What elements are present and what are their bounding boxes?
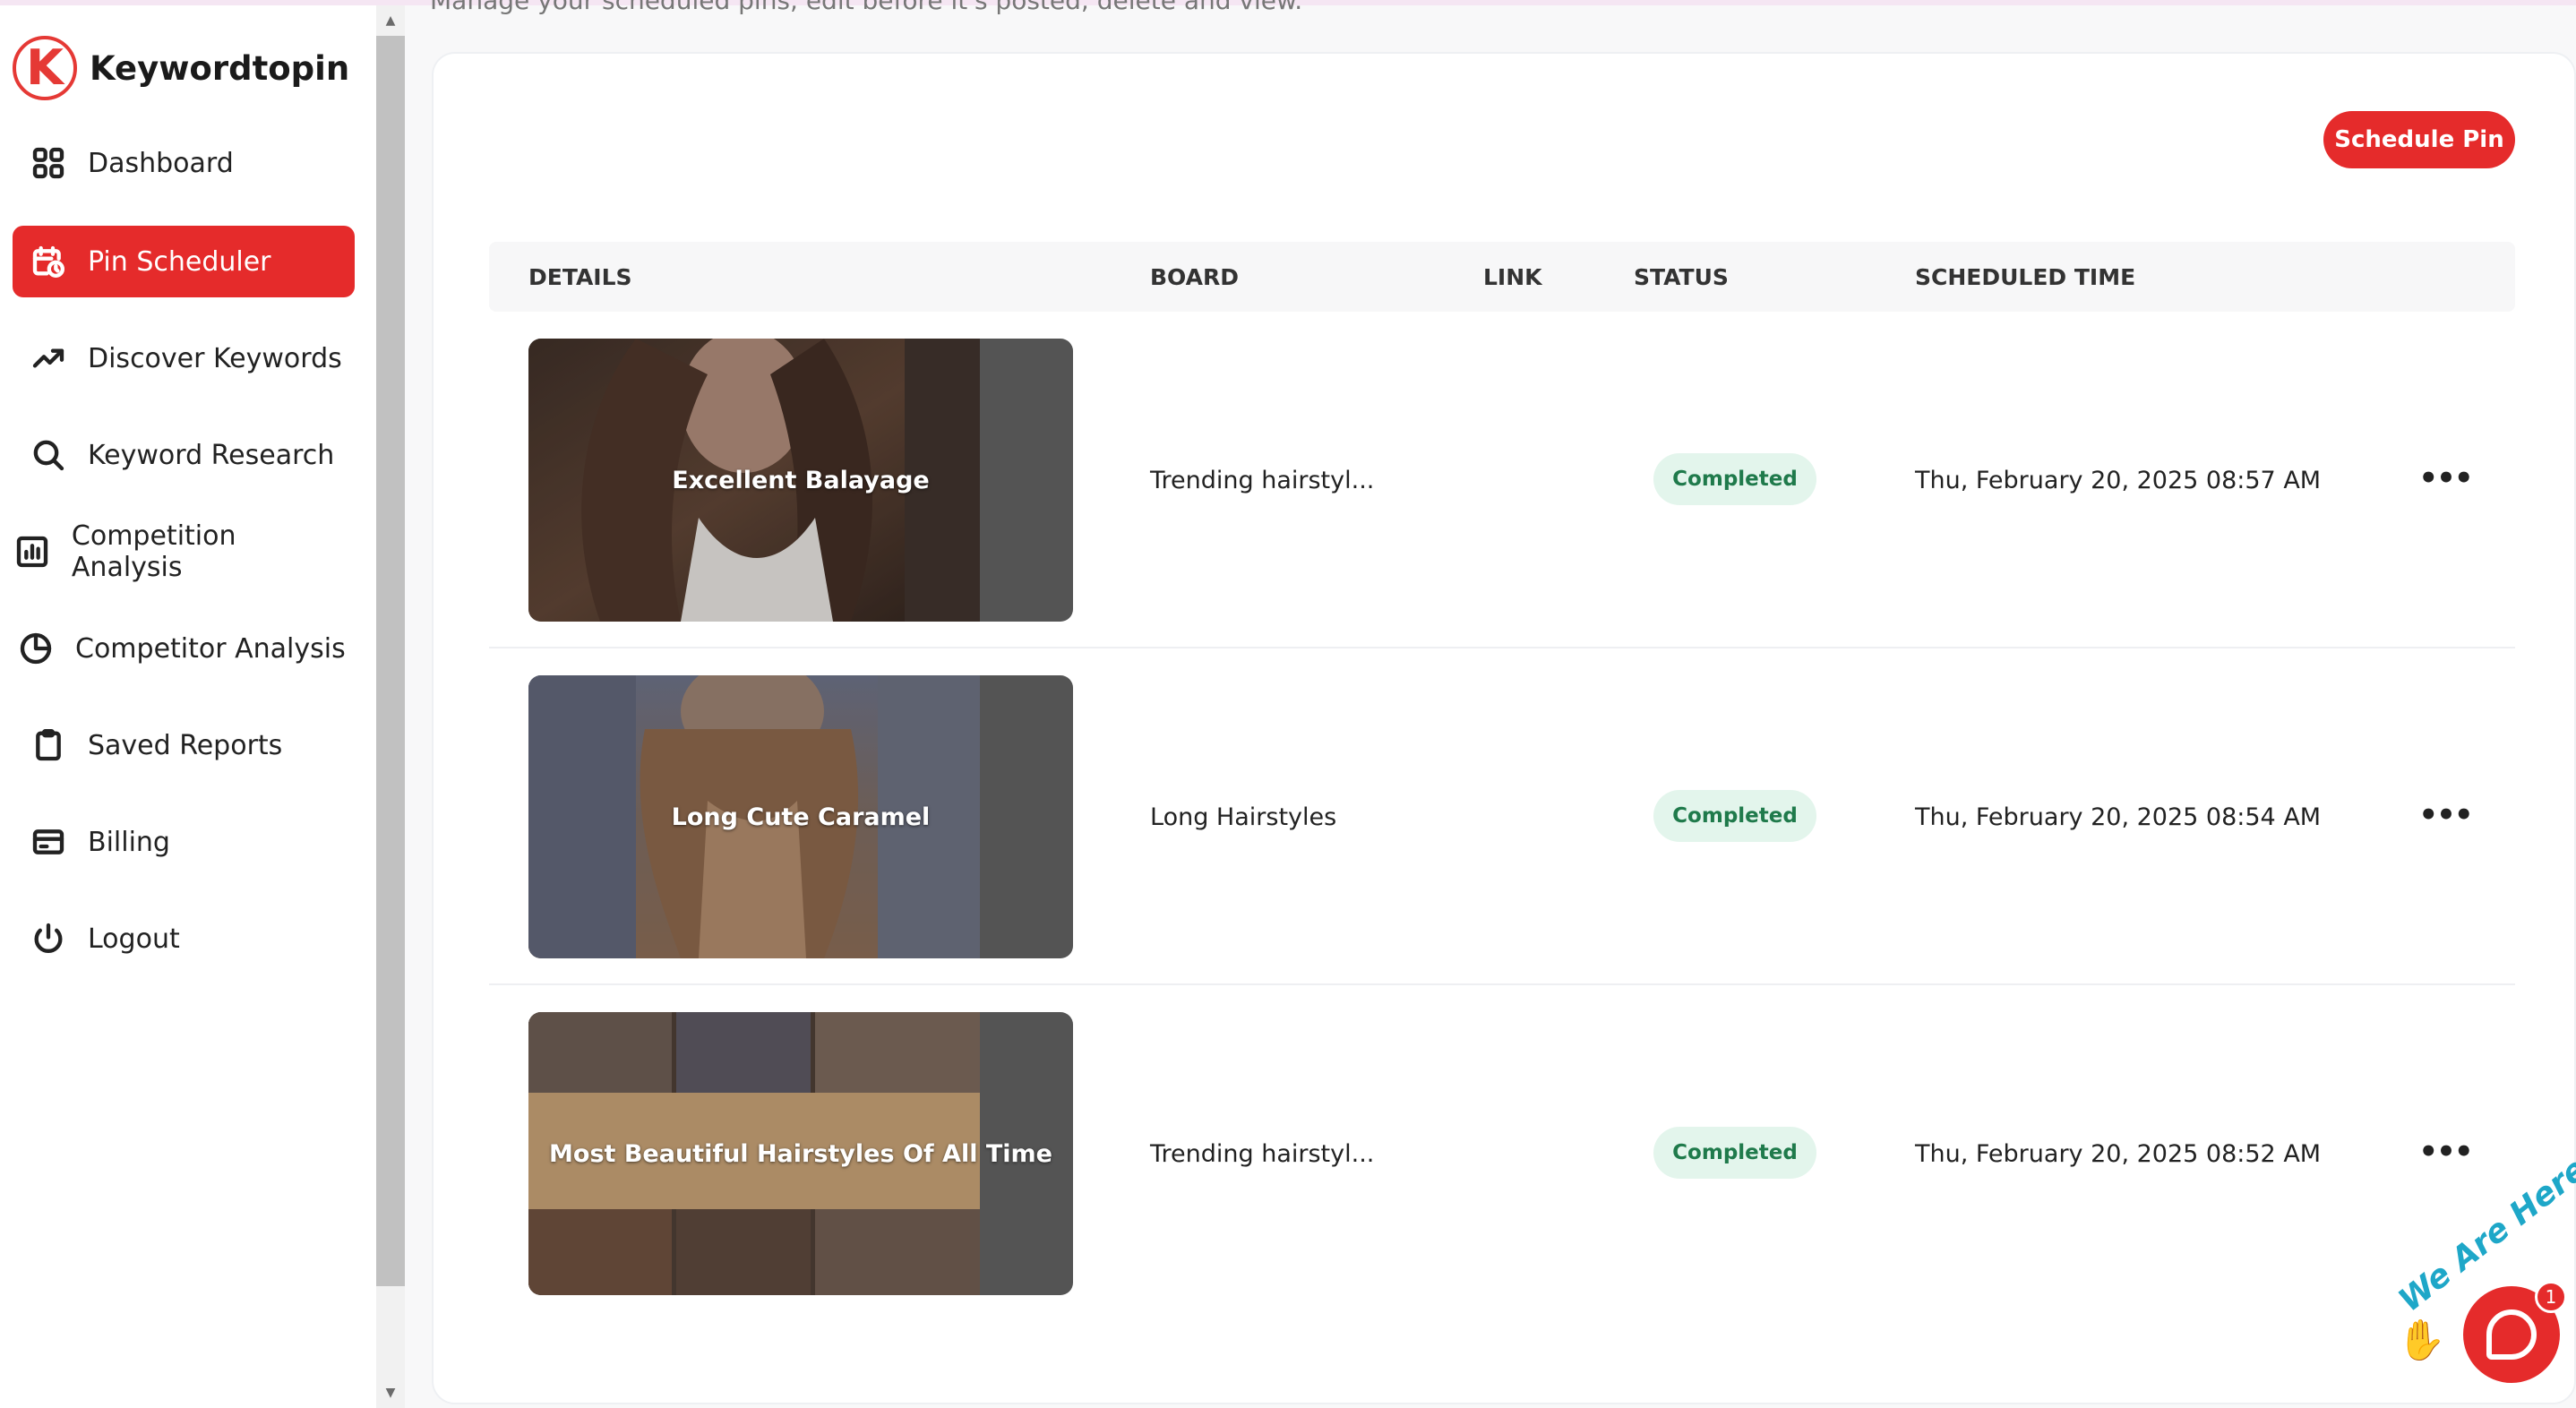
sidebar-item-logout[interactable]: Logout [13,903,355,974]
sidebar-scrollbar[interactable]: ▲ ▼ [376,5,405,1408]
sidebar-item-label: Billing [88,826,170,858]
more-options-icon[interactable]: ••• [2418,797,2473,833]
pin-title: Excellent Balayage [672,466,930,494]
sidebar-item-label: Dashboard [88,147,234,179]
sidebar-item-label: Discover Keywords [88,342,342,374]
sidebar-item-keyword-research[interactable]: Keyword Research [13,419,355,491]
sidebar-item-dashboard[interactable]: Dashboard [13,127,355,199]
sidebar-item-competition-analysis[interactable]: Competition Analysis [13,516,355,588]
sidebar-item-label: Logout [88,923,180,955]
unread-count-badge: 1 [2535,1281,2567,1313]
page-subtitle: Manage your scheduled pins, edit before … [430,0,1303,15]
sidebar-item-label: Saved Reports [88,729,283,761]
chat-bubble-icon [2486,1309,2537,1360]
pie-chart-icon [16,629,56,668]
clipboard-icon [29,725,68,765]
sidebar-item-label: Competitor Analysis [75,632,346,665]
pin-thumbnail[interactable]: Most Beautiful Hairstyles Of All Time [528,1012,1073,1295]
board-name: Long Hairstyles [1150,803,1337,831]
sidebar-item-label: Competition Analysis [71,520,236,583]
sidebar: K Keywordtopin Dashboard Pin Scheduler D… [0,5,376,1408]
table-row[interactable]: Long Cute Caramel Long Hairstyles Comple… [489,648,2515,985]
logo[interactable]: K Keywordtopin [13,36,349,100]
sidebar-item-competitor-analysis[interactable]: Competitor Analysis [13,613,355,684]
trending-up-icon [29,339,68,378]
sidebar-item-label: Pin Scheduler [88,245,271,278]
pin-thumbnail[interactable]: Long Cute Caramel [528,675,1073,958]
pin-thumbnail[interactable]: Excellent Balayage [528,339,1073,622]
status-badge: Completed [1653,1127,1816,1179]
column-header-link[interactable]: LINK [1483,242,1542,312]
waving-hand-icon: ✋ [2397,1318,2446,1363]
schedule-pin-button[interactable]: Schedule Pin [2323,111,2515,168]
scheduled-time: Thu, February 20, 2025 08:57 AM [1915,466,2322,494]
power-icon [29,919,68,958]
sidebar-item-billing[interactable]: Billing [13,806,355,878]
table-row[interactable]: Excellent Balayage Trending hairstyl... … [489,312,2515,648]
column-header-scheduled-time[interactable]: SCHEDULED TIME [1915,242,2135,312]
sidebar-item-discover-keywords[interactable]: Discover Keywords [13,322,355,394]
status-badge: Completed [1653,790,1816,842]
more-options-icon[interactable]: ••• [2418,1134,2473,1170]
column-header-board[interactable]: BOARD [1150,242,1239,312]
search-icon [29,435,68,475]
pin-title: Most Beautiful Hairstyles Of All Time [549,1139,1052,1168]
app-name: Keywordtopin [90,48,350,88]
pin-title: Long Cute Caramel [671,803,931,831]
logo-mark: K [13,36,77,100]
table-row[interactable]: Most Beautiful Hairstyles Of All Time Tr… [489,985,2515,1322]
grid-icon [29,143,68,183]
board-name: Trending hairstyl... [1150,1139,1375,1168]
more-options-icon[interactable]: ••• [2418,460,2473,496]
chat-widget[interactable]: We Are Here ✋ 1 [2390,1151,2576,1408]
table-header: DETAILS BOARD LINK STATUS SCHEDULED TIME [489,242,2515,312]
sidebar-item-pin-scheduler[interactable]: Pin Scheduler [13,226,355,297]
scroll-down-arrow-icon[interactable]: ▼ [376,1379,405,1406]
status-badge: Completed [1653,453,1816,505]
board-name: Trending hairstyl... [1150,466,1375,494]
bar-chart-icon [13,532,52,571]
calendar-clock-icon [29,242,68,281]
column-header-status[interactable]: STATUS [1634,242,1729,312]
column-header-details[interactable]: DETAILS [528,242,632,312]
credit-card-icon [29,822,68,862]
scroll-thumb[interactable] [376,36,405,1286]
sidebar-item-saved-reports[interactable]: Saved Reports [13,709,355,781]
scheduled-time: Thu, February 20, 2025 08:52 AM [1915,1139,2322,1168]
sidebar-item-label: Keyword Research [88,439,335,471]
scroll-up-arrow-icon[interactable]: ▲ [376,7,405,34]
scheduled-time: Thu, February 20, 2025 08:54 AM [1915,803,2322,831]
